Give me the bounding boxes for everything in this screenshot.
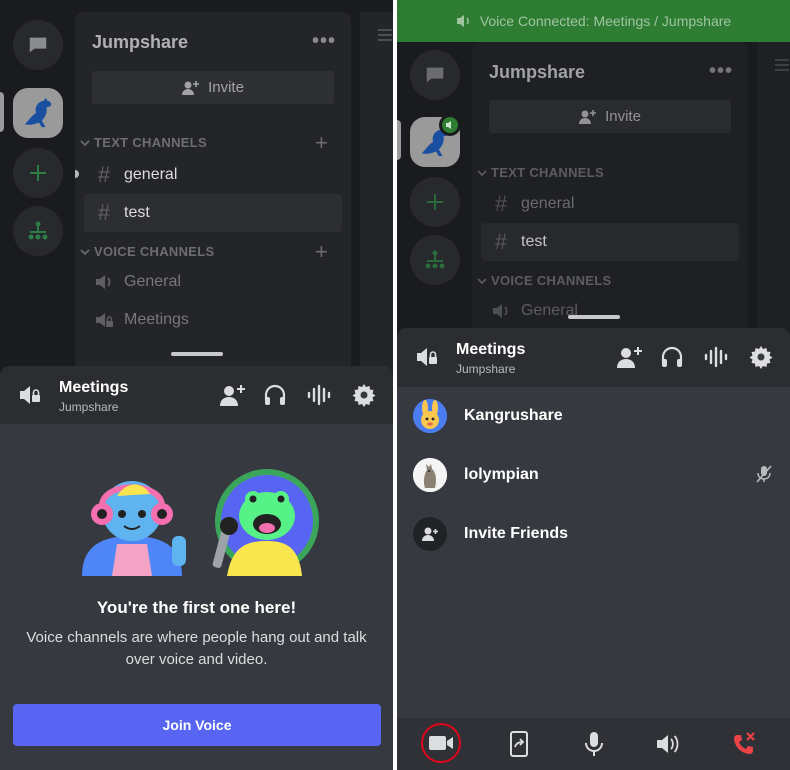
kangaroo-logo-icon: [24, 97, 52, 128]
headphones-icon[interactable]: [261, 381, 289, 409]
invite-label: Invite: [208, 79, 244, 96]
member-row[interactable]: lolympian: [397, 446, 790, 504]
voice-channel-sheet: Meetings Jumpshare: [0, 366, 393, 770]
gear-icon[interactable]: [350, 381, 378, 409]
empty-state-description: Voice channels are where people hang out…: [26, 629, 367, 668]
chevron-down-icon: [477, 277, 487, 284]
voice-controls-toolbar: [397, 718, 790, 770]
hierarchy-icon: [425, 250, 445, 269]
camera-icon[interactable]: [423, 725, 459, 761]
voice-channel-sheet: Meetings Jumpshare: [397, 328, 790, 770]
voice-connected-screen: Voice Connected: Meetings / Jumpshare Ju…: [397, 0, 790, 770]
locked-speaker-icon: [96, 313, 113, 327]
server-menu-button[interactable]: •••: [709, 60, 733, 83]
hang-up-icon[interactable]: [726, 726, 762, 762]
speaker-icon[interactable]: [650, 726, 686, 762]
singing-frog-illustration: [207, 466, 327, 581]
menu-icon[interactable]: [775, 58, 789, 71]
invite-friends-row[interactable]: Invite Friends: [397, 505, 790, 563]
server-icon-jumpshare[interactable]: [13, 88, 63, 138]
screen-share-icon[interactable]: [501, 726, 537, 762]
add-server-button[interactable]: [410, 177, 460, 227]
selected-server-pill: [397, 120, 401, 160]
voice-channel-meetings[interactable]: Meetings: [84, 301, 342, 339]
add-person-icon: [182, 80, 200, 95]
muted-mic-icon: [756, 465, 772, 488]
channel-test[interactable]: # test: [84, 194, 342, 232]
hash-icon: #: [494, 191, 508, 216]
hierarchy-icon: [28, 221, 48, 240]
voice-activity-icon[interactable]: [702, 343, 730, 371]
add-person-icon[interactable]: [616, 343, 644, 371]
sheet-drag-handle[interactable]: [171, 352, 223, 356]
voice-active-badge: [439, 114, 461, 136]
chevron-down-icon: [80, 248, 90, 255]
menu-icon[interactable]: [378, 28, 392, 41]
chevron-down-icon: [477, 169, 487, 176]
headphones-character-illustration: [72, 466, 192, 576]
chat-edge: [757, 42, 790, 342]
speaker-icon: [446, 121, 451, 129]
category-text-channels[interactable]: TEXT CHANNELS: [477, 165, 604, 180]
channel-general[interactable]: # general: [481, 185, 739, 223]
direct-messages-button[interactable]: [410, 50, 460, 100]
empty-state-title: You're the first one here!: [96, 598, 297, 617]
chat-edge: [360, 12, 393, 372]
speaker-icon: [96, 275, 111, 289]
server-menu-button[interactable]: •••: [312, 30, 336, 53]
locked-speaker-icon: [18, 383, 42, 412]
hash-icon: #: [97, 200, 111, 225]
voice-channel-general[interactable]: General: [84, 263, 342, 301]
invite-button[interactable]: Invite: [489, 100, 731, 133]
bunny-avatar-icon: [413, 399, 447, 433]
sheet-channel-name: Meetings: [59, 379, 129, 396]
selected-server-pill: [0, 92, 4, 132]
category-voice-channels[interactable]: VOICE CHANNELS: [80, 244, 215, 259]
voice-connected-banner[interactable]: Voice Connected: Meetings / Jumpshare: [397, 0, 790, 42]
locked-speaker-icon: [415, 345, 439, 374]
add-voice-channel-icon[interactable]: +: [315, 239, 328, 265]
sheet-drag-handle[interactable]: [568, 315, 620, 319]
channel-test[interactable]: # test: [481, 223, 739, 261]
add-person-icon: [413, 517, 447, 551]
plus-icon: [30, 165, 46, 181]
add-server-button[interactable]: [13, 148, 63, 198]
chat-bubble-icon: [426, 67, 444, 83]
category-voice-channels[interactable]: VOICE CHANNELS: [477, 273, 612, 288]
chat-bubble-icon: [29, 37, 47, 53]
chevron-down-icon: [80, 139, 90, 146]
add-person-icon[interactable]: [219, 381, 247, 409]
join-voice-button[interactable]: Join Voice: [13, 704, 381, 746]
category-text-channels[interactable]: TEXT CHANNELS: [80, 135, 207, 150]
kangaroo-avatar-icon: [413, 458, 447, 492]
sheet-channel-name: Meetings: [456, 341, 526, 358]
hash-icon: #: [97, 162, 111, 187]
microphone-icon[interactable]: [576, 726, 612, 762]
voice-activity-icon[interactable]: [305, 381, 333, 409]
voice-channel-general[interactable]: General: [481, 292, 739, 330]
explore-servers-button[interactable]: [410, 235, 460, 285]
explore-servers-button[interactable]: [13, 206, 63, 256]
gear-icon[interactable]: [747, 343, 775, 371]
server-name: Jumpshare: [92, 32, 189, 52]
hash-icon: #: [494, 229, 508, 254]
sheet-server-name: Jumpshare: [456, 362, 516, 376]
channel-general[interactable]: # general: [84, 156, 342, 194]
speaker-icon: [456, 15, 469, 27]
headphones-icon[interactable]: [658, 343, 686, 371]
direct-messages-button[interactable]: [13, 20, 63, 70]
add-text-channel-icon[interactable]: +: [315, 130, 328, 156]
sheet-server-name: Jumpshare: [59, 400, 119, 414]
invite-button[interactable]: Invite: [92, 71, 334, 104]
add-person-icon: [579, 109, 597, 124]
member-row[interactable]: Kangrushare: [397, 387, 790, 445]
voice-channel-preview-screen: Jumpshare ••• Invite TEXT CHANNELS + # g…: [0, 0, 393, 770]
server-name: Jumpshare: [489, 62, 586, 82]
plus-icon: [427, 194, 443, 210]
speaker-icon: [493, 304, 508, 318]
